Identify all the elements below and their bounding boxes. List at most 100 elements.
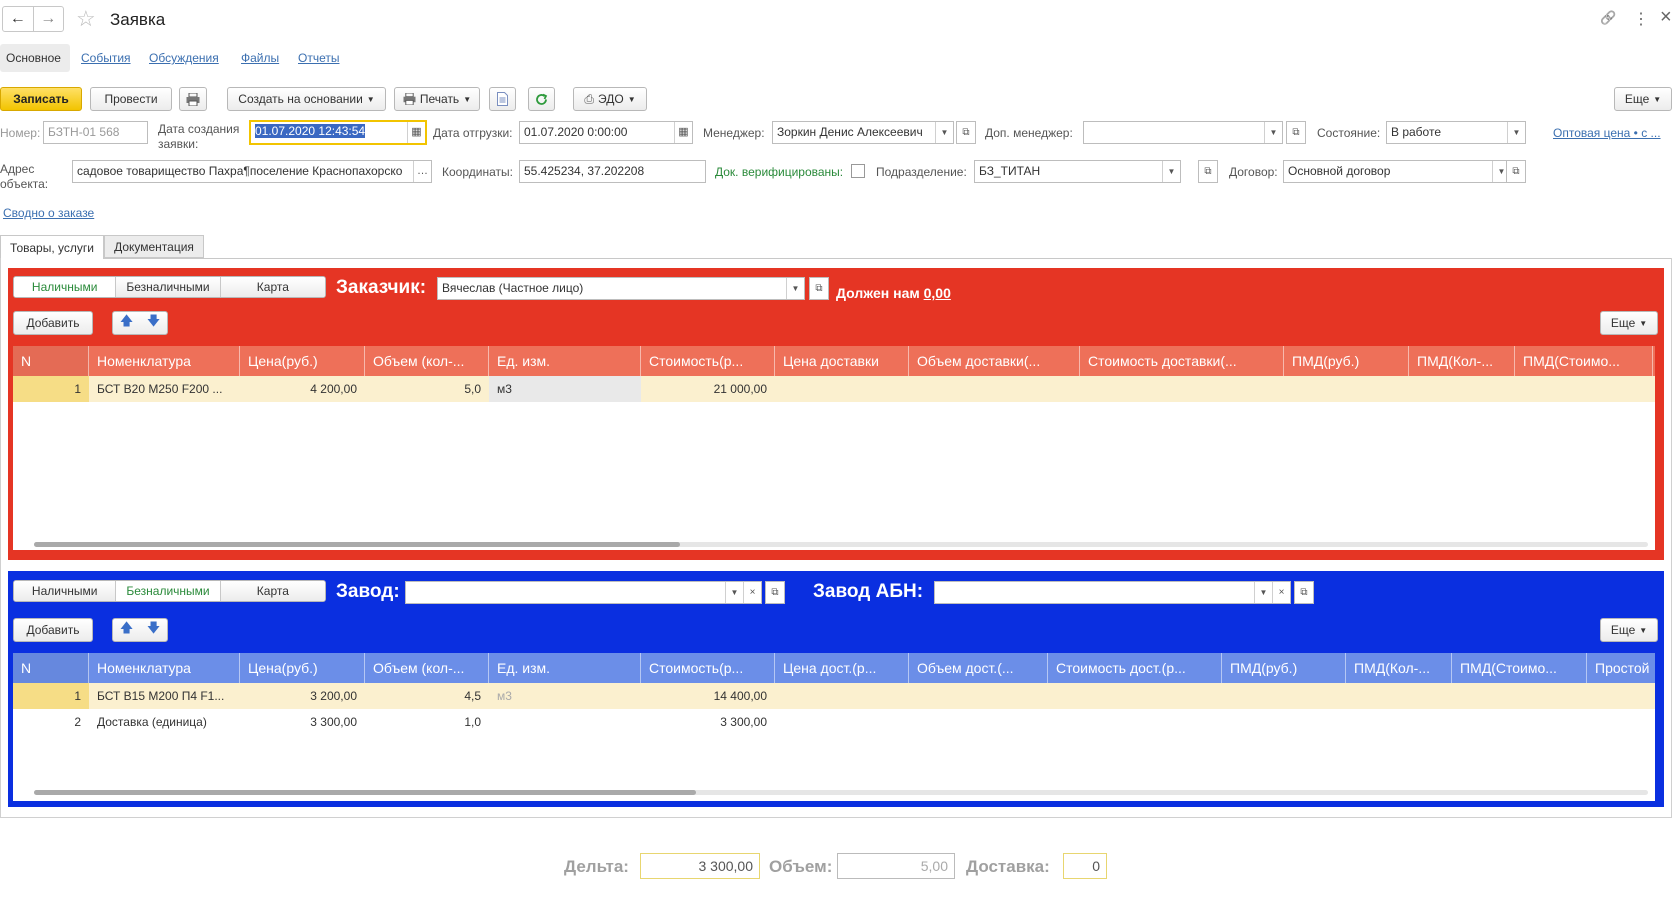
- open-contract-icon[interactable]: ⧉: [1506, 160, 1526, 183]
- column-header[interactable]: ПМД(Кол-...: [1346, 653, 1452, 683]
- table-row[interactable]: 1 БСТ В20 М250 F200 ... 4 200,00 5,0 м3 21 00…: [13, 376, 1655, 402]
- refresh-button[interactable]: [528, 87, 555, 111]
- customer-hscrollbar[interactable]: [34, 540, 1648, 548]
- delivery-field[interactable]: 0: [1063, 853, 1107, 879]
- column-header[interactable]: Стоимость(р...: [641, 346, 775, 376]
- column-header[interactable]: Объем (кол-...: [365, 653, 489, 683]
- column-header[interactable]: П: [1653, 346, 1655, 376]
- factory-scroll-thumb[interactable]: [34, 790, 696, 795]
- column-header[interactable]: ПМД(Стоимо...: [1452, 653, 1587, 683]
- column-header[interactable]: Ед. изм.: [489, 653, 641, 683]
- contract-field[interactable]: Основной договор ▼: [1283, 160, 1511, 183]
- column-header[interactable]: Объем доставки(...: [909, 346, 1080, 376]
- column-header[interactable]: ПМД(руб.): [1222, 653, 1346, 683]
- open-division-icon[interactable]: ⧉: [1198, 160, 1218, 183]
- debt-value[interactable]: 0,00: [924, 285, 951, 301]
- tab-reports[interactable]: Отчеты: [298, 51, 339, 65]
- open-extra-manager-icon[interactable]: ⧉: [1286, 121, 1306, 144]
- column-header[interactable]: N: [13, 653, 89, 683]
- column-header[interactable]: Простой: [1587, 653, 1655, 683]
- payment-cash-button[interactable]: Наличными: [14, 581, 117, 601]
- link-icon[interactable]: 🔗: [1600, 10, 1616, 26]
- customer-more-button[interactable]: Еще ▼: [1600, 311, 1658, 335]
- favorite-star-icon[interactable]: ☆: [76, 6, 96, 32]
- column-header[interactable]: ПМД(Стоимо...: [1515, 346, 1653, 376]
- column-header[interactable]: ПМД(руб.): [1284, 346, 1409, 376]
- factory-abn-field[interactable]: × ▼: [934, 581, 1291, 604]
- factory-more-button[interactable]: Еще ▼: [1600, 618, 1658, 642]
- move-down-icon[interactable]: 🡇: [140, 619, 167, 641]
- create-based-on-button[interactable]: Создать на основании ▼: [227, 87, 386, 111]
- payment-card-button[interactable]: Карта: [220, 581, 325, 601]
- payment-cash-button[interactable]: Наличными: [14, 277, 117, 297]
- order-summary-link[interactable]: Сводно о заказе: [3, 206, 94, 220]
- clear-icon[interactable]: ×: [743, 582, 761, 603]
- edo-button[interactable]: ⎙ ЭДО ▼: [573, 87, 647, 111]
- customer-add-button[interactable]: Добавить: [13, 311, 93, 335]
- print-icon-button[interactable]: [179, 87, 207, 111]
- factory-hscrollbar[interactable]: [34, 788, 1648, 796]
- column-header[interactable]: Объем дост.(...: [909, 653, 1048, 683]
- ship-date-field[interactable]: 01.07.2020 0:00:00 ▦: [519, 121, 693, 144]
- clear-icon[interactable]: ×: [1272, 582, 1290, 603]
- tab-events[interactable]: События: [81, 51, 131, 65]
- column-header[interactable]: Цена дост.(р...: [775, 653, 909, 683]
- open-manager-icon[interactable]: ⧉: [956, 121, 976, 144]
- delta-field[interactable]: 3 300,00: [640, 853, 760, 879]
- tab-files[interactable]: Файлы: [241, 51, 279, 65]
- tab-main[interactable]: Основное: [6, 51, 61, 65]
- column-header[interactable]: Номенклатура: [89, 346, 240, 376]
- column-header[interactable]: N: [13, 346, 89, 376]
- manager-field[interactable]: Зоркин Денис Алексеевич ▼: [772, 121, 954, 144]
- wholesale-price-link[interactable]: Оптовая цена • с ...: [1553, 126, 1661, 140]
- volume-field[interactable]: 5,00: [837, 853, 955, 879]
- forward-button[interactable]: →: [34, 7, 64, 31]
- more-options-icon[interactable]: ⋮: [1633, 9, 1649, 29]
- chevron-down-icon[interactable]: ▼: [935, 122, 953, 143]
- tab-documentation[interactable]: Документация: [104, 235, 204, 258]
- column-header[interactable]: Стоимость доставки(...: [1080, 346, 1284, 376]
- verified-checkbox[interactable]: [851, 164, 865, 178]
- print-button[interactable]: Печать ▼: [394, 87, 480, 111]
- created-date-field[interactable]: 01.07.2020 12:43:54 ▦: [249, 120, 427, 145]
- tab-discussions[interactable]: Обсуждения: [149, 51, 219, 65]
- close-icon[interactable]: ×: [1660, 6, 1672, 29]
- column-header[interactable]: Ед. изм.: [489, 346, 641, 376]
- column-header[interactable]: Номенклатура: [89, 653, 240, 683]
- customer-field[interactable]: Вячеслав (Частное лицо) ▼: [437, 277, 805, 300]
- column-header[interactable]: Объем (кол-...: [365, 346, 489, 376]
- column-header[interactable]: Цена доставки: [775, 346, 909, 376]
- calendar-icon[interactable]: ▦: [674, 122, 692, 143]
- open-factory-abn-icon[interactable]: ⧉: [1294, 581, 1314, 604]
- chevron-down-icon[interactable]: ▼: [725, 582, 743, 603]
- number-field[interactable]: БЗТН-01 568: [43, 121, 148, 144]
- coords-field[interactable]: 55.425234, 37.202208: [519, 160, 706, 183]
- state-field[interactable]: В работе ▼: [1386, 121, 1526, 144]
- open-customer-icon[interactable]: ⧉: [809, 277, 829, 300]
- chevron-down-icon[interactable]: ▼: [1507, 122, 1525, 143]
- payment-cashless-button[interactable]: Безналичными: [116, 581, 221, 601]
- ellipsis-icon[interactable]: …: [413, 161, 431, 182]
- calendar-icon[interactable]: ▦: [407, 122, 425, 143]
- payment-card-button[interactable]: Карта: [220, 277, 325, 297]
- division-field[interactable]: БЗ_ТИТАН ▼: [974, 160, 1181, 183]
- chevron-down-icon[interactable]: ▼: [1254, 582, 1272, 603]
- more-button[interactable]: Еще ▼: [1614, 87, 1672, 111]
- column-header[interactable]: Цена(руб.): [240, 653, 365, 683]
- address-field[interactable]: садовое товарищество Пахра¶поселение Кра…: [72, 160, 432, 183]
- table-row[interactable]: 2 Доставка (единица) 3 300,00 1,0 3 300,00: [13, 709, 1655, 735]
- move-up-icon[interactable]: 🡅: [113, 312, 140, 334]
- move-down-icon[interactable]: 🡇: [140, 312, 167, 334]
- extra-manager-field[interactable]: ▼: [1083, 121, 1283, 144]
- column-header[interactable]: ПМД(Кол-...: [1409, 346, 1515, 376]
- customer-scroll-thumb[interactable]: [34, 542, 680, 547]
- chevron-down-icon[interactable]: ▼: [786, 278, 804, 299]
- open-factory-icon[interactable]: ⧉: [765, 581, 785, 604]
- document-report-button[interactable]: [489, 87, 516, 111]
- chevron-down-icon[interactable]: ▼: [1264, 122, 1282, 143]
- table-row[interactable]: 1 БСТ В15 М200 П4 F1... 3 200,00 4,5 м3 14 40…: [13, 683, 1655, 709]
- payment-cashless-button[interactable]: Безналичными: [116, 277, 221, 297]
- factory-field[interactable]: × ▼: [405, 581, 762, 604]
- post-button[interactable]: Провести: [90, 87, 172, 111]
- move-up-icon[interactable]: 🡅: [113, 619, 140, 641]
